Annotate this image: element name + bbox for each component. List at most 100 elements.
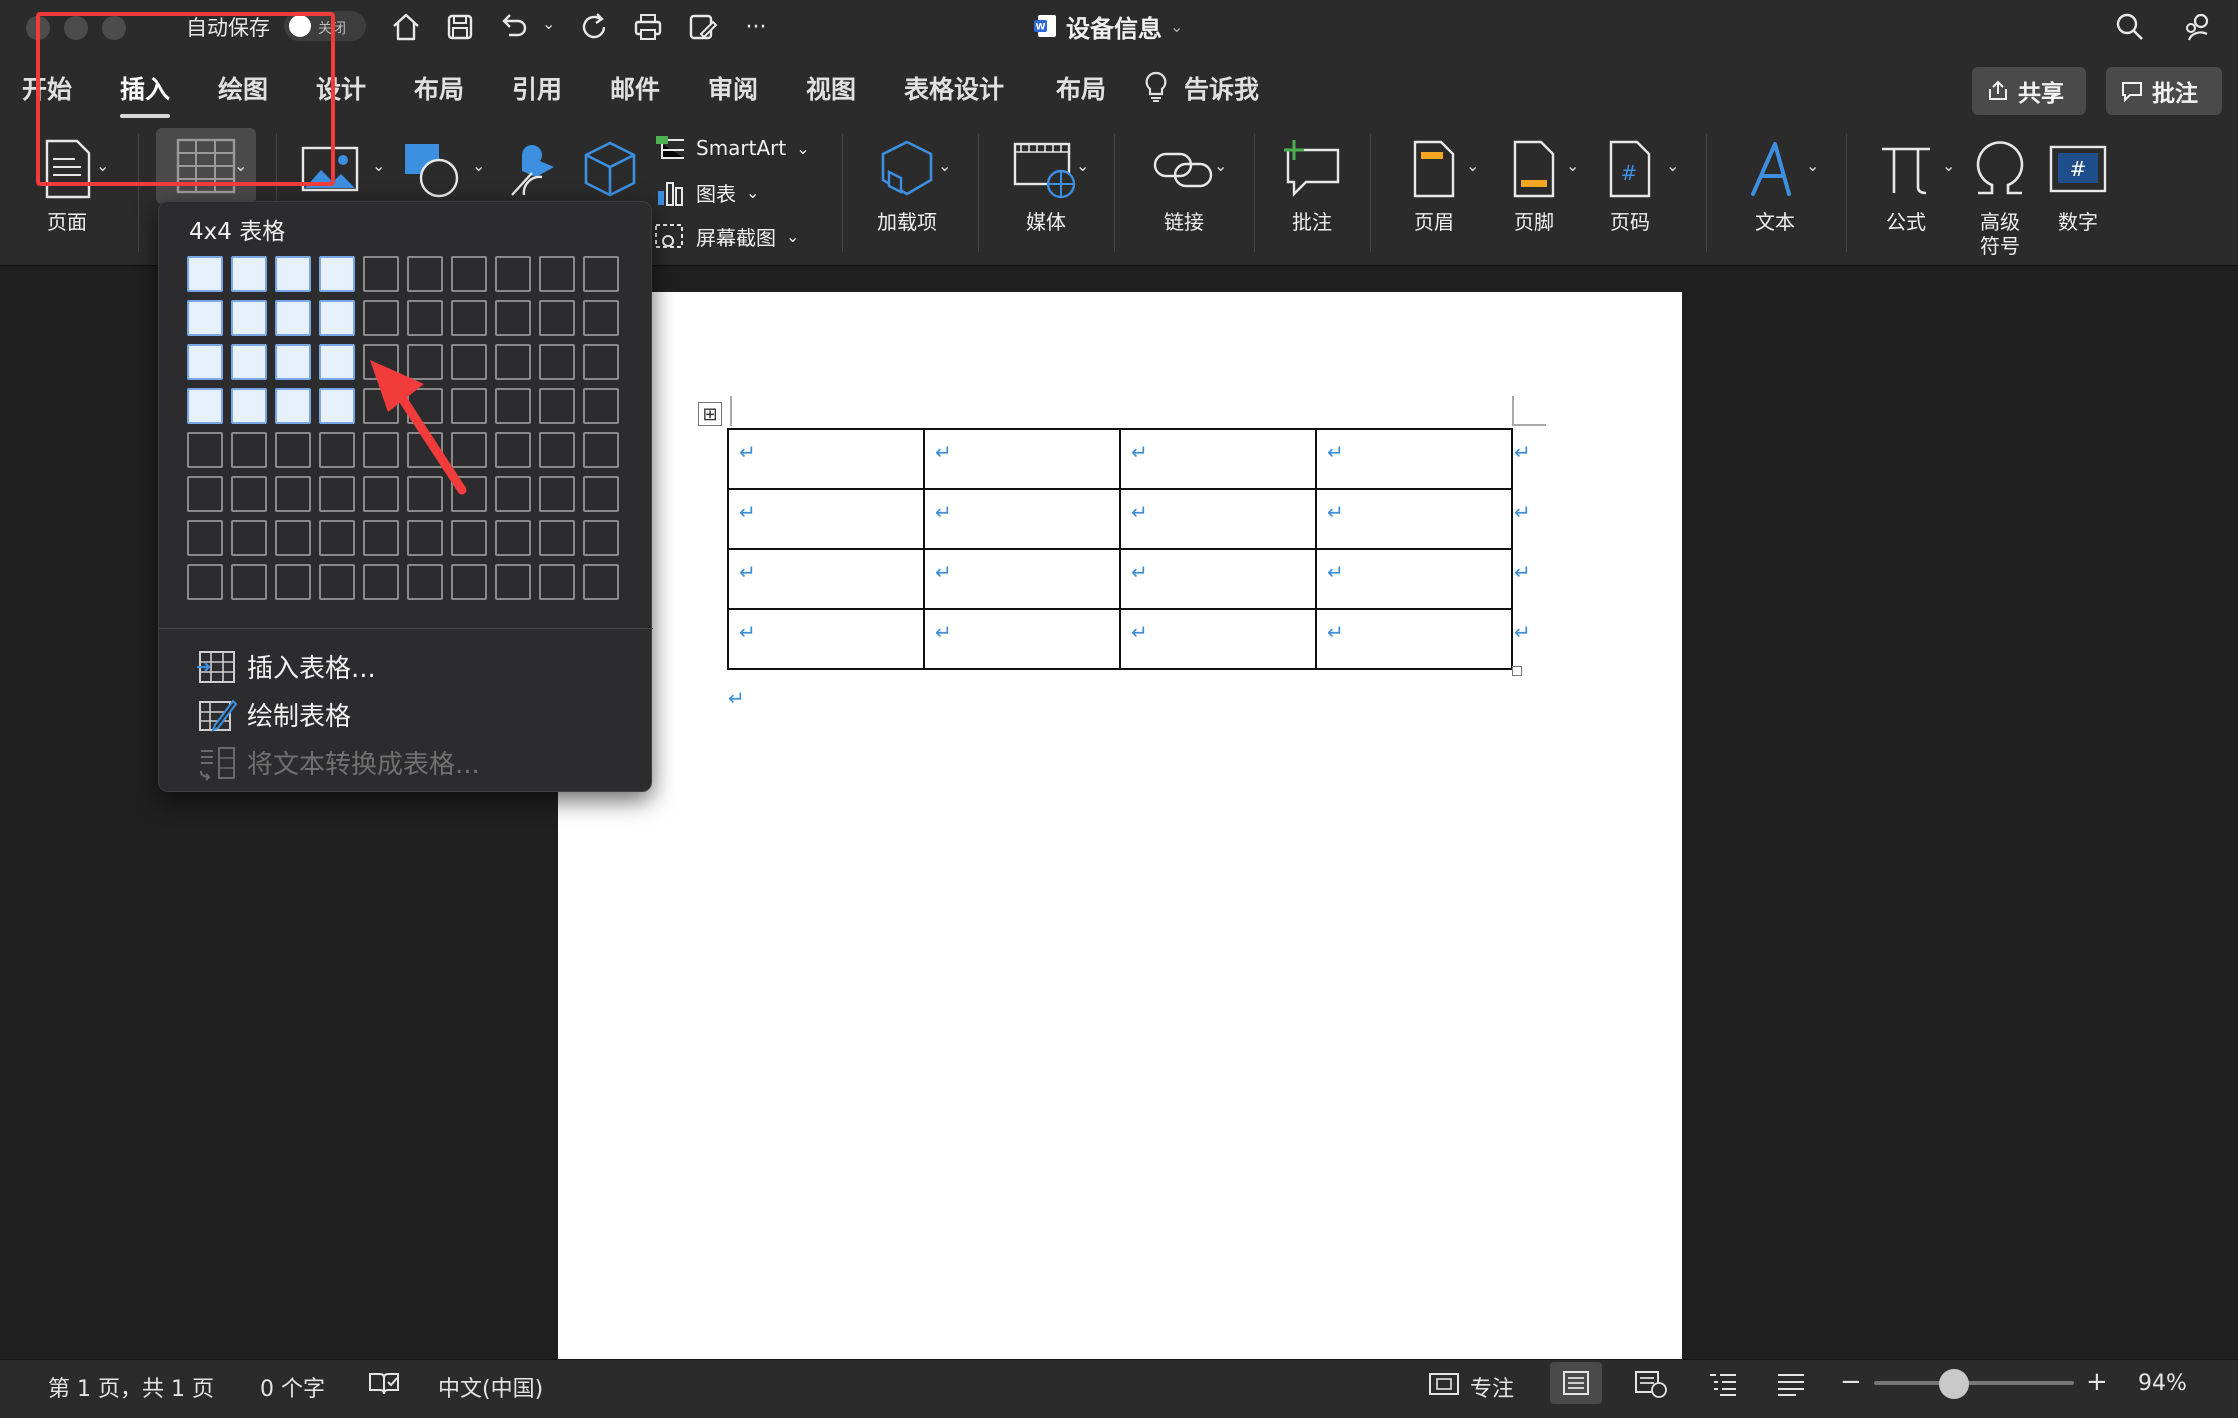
table-cell[interactable]: ↵ [1315,548,1513,610]
screenshot-button[interactable]: 屏幕截图 ⌄ [654,222,799,251]
grid-cell[interactable] [187,300,223,336]
grid-cell[interactable] [407,300,443,336]
grid-cell[interactable] [407,476,443,512]
tab-table-layout[interactable]: 布局 [1056,70,1106,106]
grid-cell[interactable] [363,300,399,336]
grid-cell[interactable] [539,300,575,336]
grid-cell[interactable] [231,344,267,380]
document-table[interactable]: ↵ ↵ ↵ ↵ ↵ ↵ ↵ ↵ ↵ ↵ ↵ ↵ ↵ ↵ ↵ ↵ [727,428,1513,670]
focus-icon[interactable] [1428,1371,1460,1397]
tab-table-design[interactable]: 表格设计 [904,70,1004,106]
grid-cell[interactable] [363,256,399,292]
table-cell[interactable]: ↵ [727,608,925,670]
grid-cell[interactable] [187,564,223,600]
shapes-chevron-icon[interactable]: ⌄ [472,156,485,175]
web-layout-icon[interactable] [1634,1370,1668,1398]
table-cell[interactable]: ↵ [1315,608,1513,670]
grid-cell[interactable] [451,520,487,556]
icons-button[interactable] [500,134,564,204]
pictures-chevron-icon[interactable]: ⌄ [372,156,385,175]
grid-cell[interactable] [495,476,531,512]
search-icon[interactable] [2110,8,2150,46]
grid-cell[interactable] [319,476,355,512]
grid-cell[interactable] [275,564,311,600]
grid-cell[interactable] [319,432,355,468]
language-indicator[interactable]: 中文(中国) [438,1371,543,1403]
zoom-slider-thumb[interactable] [1939,1369,1969,1399]
page-count[interactable]: 第 1 页，共 1 页 [48,1371,214,1403]
table-cell[interactable]: ↵ [923,608,1121,670]
page-number-chevron-icon[interactable]: ⌄ [1666,156,1679,175]
tab-layout[interactable]: 布局 [414,70,464,106]
equation-button[interactable]: 公式 [1866,134,1946,234]
grid-cell[interactable] [319,300,355,336]
word-count[interactable]: 0 个字 [260,1371,325,1403]
grid-cell[interactable] [407,388,443,424]
grid-cell[interactable] [363,520,399,556]
equation-chevron-icon[interactable]: ⌄ [1942,156,1955,175]
grid-cell[interactable] [231,388,267,424]
comments-button[interactable]: 批注 [2106,67,2222,115]
table-move-handle[interactable]: ⊞ [698,402,722,426]
outline-view-icon[interactable] [1708,1372,1738,1396]
grid-cell[interactable] [407,520,443,556]
grid-cell[interactable] [495,388,531,424]
table-cell[interactable]: ↵ [1119,548,1317,610]
grid-cell[interactable] [583,388,619,424]
table-cell[interactable]: ↵ [1119,488,1317,550]
account-icon[interactable] [2178,8,2218,46]
grid-cell[interactable] [539,564,575,600]
grid-cell[interactable] [231,300,267,336]
paragraph-mark[interactable]: ↵ [728,686,745,710]
table-cell[interactable]: ↵ [923,488,1121,550]
table-cell[interactable]: ↵ [1119,608,1317,670]
grid-cell[interactable] [231,564,267,600]
grid-cell[interactable] [407,564,443,600]
zoom-level[interactable]: 94% [2138,1371,2187,1396]
grid-cell[interactable] [187,256,223,292]
grid-cell[interactable] [187,476,223,512]
grid-cell[interactable] [451,344,487,380]
grid-cell[interactable] [275,300,311,336]
grid-cell[interactable] [187,344,223,380]
zoom-out-button[interactable]: − [1840,1367,1862,1397]
grid-cell[interactable] [187,432,223,468]
link-chevron-icon[interactable]: ⌄ [1214,156,1227,175]
tab-review[interactable]: 审阅 [708,70,758,106]
grid-cell[interactable] [363,476,399,512]
table-cell[interactable]: ↵ [727,428,925,490]
shapes-button[interactable] [400,134,464,204]
grid-cell[interactable] [539,476,575,512]
grid-cell[interactable] [275,256,311,292]
grid-cell[interactable] [275,432,311,468]
table-cell[interactable]: ↵ [1119,428,1317,490]
grid-cell[interactable] [275,476,311,512]
grid-cell[interactable] [363,344,399,380]
grid-cell[interactable] [451,432,487,468]
grid-cell[interactable] [231,432,267,468]
table-cell[interactable]: ↵ [727,488,925,550]
grid-cell[interactable] [583,256,619,292]
table-cell[interactable]: ↵ [727,548,925,610]
grid-cell[interactable] [275,520,311,556]
smartart-button[interactable]: SmartArt ⌄ [654,134,810,162]
save-icon[interactable] [440,8,480,46]
grid-cell[interactable] [539,256,575,292]
grid-cell[interactable] [495,520,531,556]
zoom-slider[interactable] [1874,1381,2074,1385]
media-chevron-icon[interactable]: ⌄ [1076,156,1089,175]
grid-cell[interactable] [187,520,223,556]
grid-cell[interactable] [495,432,531,468]
grid-cell[interactable] [231,476,267,512]
document-title[interactable]: W 设备信息 ⌄ [1034,8,1183,44]
grid-cell[interactable] [319,564,355,600]
tab-view[interactable]: 视图 [806,70,856,106]
grid-cell[interactable] [495,564,531,600]
table-cell[interactable]: ↵ [923,428,1121,490]
table-resize-handle[interactable] [1512,666,1522,676]
media-button[interactable]: 媒体 [998,134,1094,234]
grid-cell[interactable] [275,344,311,380]
grid-cell[interactable] [583,564,619,600]
table-cell[interactable]: ↵ [1315,488,1513,550]
proofing-icon[interactable] [368,1370,400,1398]
